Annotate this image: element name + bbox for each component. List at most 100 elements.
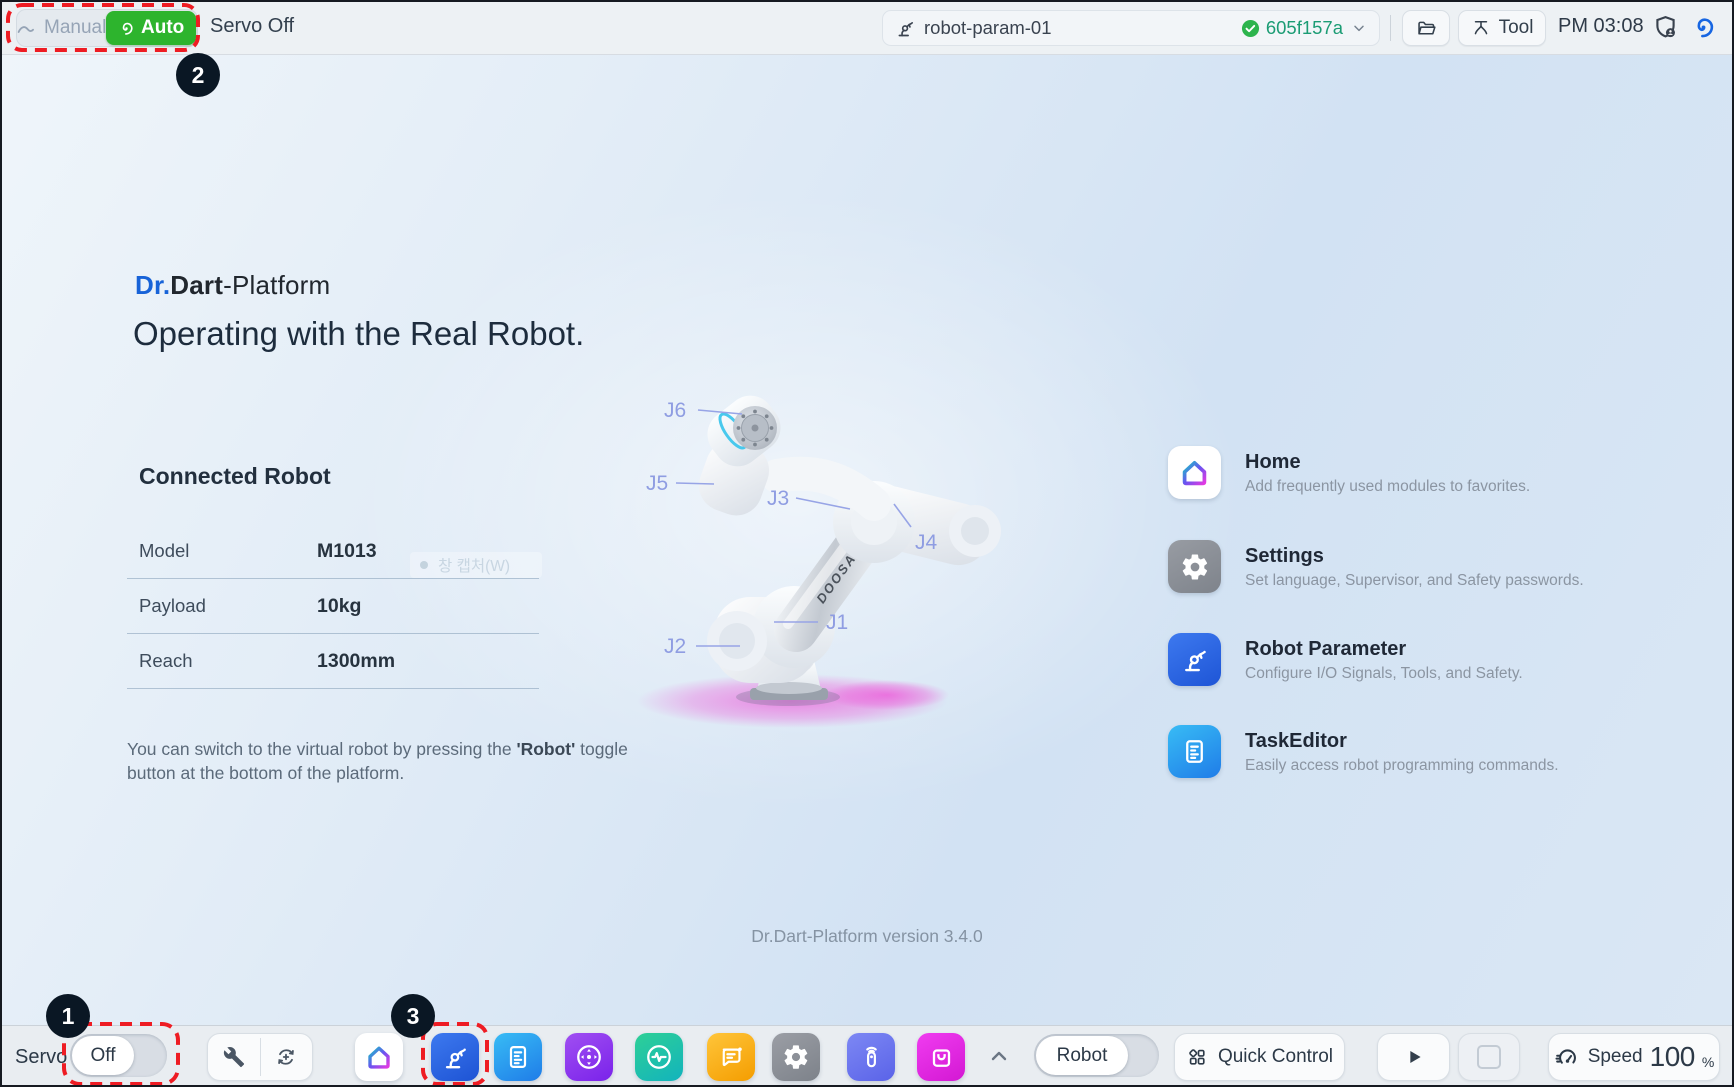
remote-icon [857,1043,886,1072]
robot-arm-icon [1180,645,1210,675]
pink-glow-bright [825,680,949,710]
card-title: TaskEditor [1245,730,1559,753]
robot-illustration: DOOSAN [602,384,1062,754]
dock-settings-button[interactable] [772,1033,820,1081]
speedometer-icon [1554,1044,1581,1071]
spec-label: Model [127,540,317,562]
recenter-button[interactable] [261,1034,313,1080]
robot-parameter-app-icon[interactable] [1168,633,1221,686]
speed-button[interactable]: Speed 100 % [1548,1033,1720,1081]
card-title: Robot Parameter [1245,638,1523,661]
table-row: Payload 10kg [127,579,539,634]
robot-toggle-knob[interactable]: Robot [1036,1036,1128,1075]
joint-label-j5: J5 [646,472,668,495]
document-icon [504,1043,532,1071]
robot-spec-table: Model M1013 Payload 10kg Reach 1300mm [127,524,539,689]
servo-label: Servo [15,1046,67,1069]
robot-parameter-pill[interactable]: robot-param-01 605f157a [882,10,1380,46]
quick-control-label: Quick Control [1218,1046,1333,1068]
dock-robot-parameter-button[interactable] [431,1033,479,1081]
dock-jog-button[interactable] [565,1033,613,1081]
chevron-up-icon[interactable] [987,1044,1011,1068]
recenter-icon [274,1045,298,1069]
dock-taskeditor-button[interactable] [494,1033,542,1081]
manual-arm-icon [16,18,37,39]
annotation-badge-1: 1 [46,994,90,1038]
robot-arm-icon [895,18,916,39]
open-file-button[interactable] [1402,10,1450,46]
home-app-icon[interactable] [1168,446,1221,499]
tool-stand-icon [1471,18,1491,38]
annotation-badge-2: 2 [176,53,220,97]
card-title: Settings [1245,545,1584,568]
tool-button-label: Tool [1499,17,1534,39]
table-row: Reach 1300mm [127,634,539,689]
top-bar: Manual Auto Servo Off robot-param-01 605… [2,2,1732,55]
servo-toggle[interactable]: Off [70,1034,167,1077]
card-desc: Set language, Supervisor, and Safety pas… [1245,572,1584,590]
utility-button-group [207,1033,313,1081]
quick-control-button[interactable]: Quick Control [1174,1033,1345,1081]
grid-icon [1186,1046,1208,1068]
brand-platform: -Platform [223,270,330,300]
leader-line-j5 [676,483,714,484]
stop-icon [1477,1045,1501,1069]
play-button[interactable] [1377,1033,1450,1081]
servo-toggle-value: Off [91,1045,116,1067]
servo-state-label: Servo Off [210,15,294,38]
dock-message-button[interactable] [707,1033,755,1081]
shortcut-settings[interactable]: Settings Set language, Supervisor, and S… [1168,540,1584,593]
waveform-icon [644,1042,674,1072]
robot-parameter-name: robot-param-01 [924,17,1052,39]
shortcut-taskeditor[interactable]: TaskEditor Easily access robot programmi… [1168,725,1559,778]
mode-toggle[interactable]: Manual Auto [16,9,198,47]
sync-spiral-icon[interactable] [1690,14,1717,41]
dock-remote-button[interactable] [847,1033,895,1081]
gear-icon [782,1043,810,1071]
gear-icon [1180,552,1210,582]
dock-store-button[interactable] [917,1033,965,1081]
shortcut-robot-parameter[interactable]: Robot Parameter Configure I/O Signals, T… [1168,633,1523,686]
virtual-robot-note: You can switch to the virtual robot by p… [127,737,632,785]
joint-label-j6: J6 [664,399,686,422]
chevron-down-icon[interactable] [1351,20,1367,36]
wrench-button[interactable] [208,1034,260,1080]
spec-value: M1013 [317,540,377,563]
mode-manual-segment[interactable]: Manual [16,17,106,39]
robot-mode-toggle[interactable]: Robot [1034,1034,1159,1077]
house-icon [1178,456,1211,489]
capture-dot-icon [420,561,428,569]
folder-icon [1416,18,1437,39]
mode-manual-label: Manual [44,17,106,39]
play-icon [1403,1046,1425,1068]
capture-ghost-tooltip: 창 캡처(W) [410,552,542,578]
parameter-hash: 605f157a [1266,17,1343,39]
tool-button[interactable]: Tool [1458,10,1546,46]
main-stage: Dr.Dart-Platform Operating with the Real… [2,54,1732,1025]
spec-label: Payload [127,595,317,617]
clock-label: PM 03:08 [1558,15,1644,38]
auto-swirl-icon [118,20,135,37]
app-window: Manual Auto Servo Off robot-param-01 605… [0,0,1734,1087]
dock-monitoring-button[interactable] [635,1033,683,1081]
card-title: Home [1245,451,1530,474]
speed-value: 100 [1650,1041,1695,1073]
wrench-icon [223,1046,245,1068]
dpad-icon [574,1042,604,1072]
spec-label: Reach [127,650,317,672]
mode-auto-segment[interactable]: Auto [106,11,196,45]
document-icon [1180,737,1209,766]
chat-icon [717,1043,746,1072]
shield-user-icon[interactable] [1652,14,1679,41]
brand-dart: Dart [170,270,223,300]
dock-home-button[interactable] [355,1033,403,1081]
taskeditor-app-icon[interactable] [1168,725,1221,778]
robot-toggle-value: Robot [1057,1045,1108,1067]
capture-tooltip-text: 창 캡처(W) [438,554,510,576]
stop-button[interactable] [1458,1033,1520,1081]
settings-app-icon[interactable] [1168,540,1221,593]
spec-value: 1300mm [317,650,395,673]
card-desc: Easily access robot programming commands… [1245,757,1559,775]
servo-toggle-knob[interactable]: Off [72,1036,134,1075]
shortcut-home[interactable]: Home Add frequently used modules to favo… [1168,446,1530,499]
